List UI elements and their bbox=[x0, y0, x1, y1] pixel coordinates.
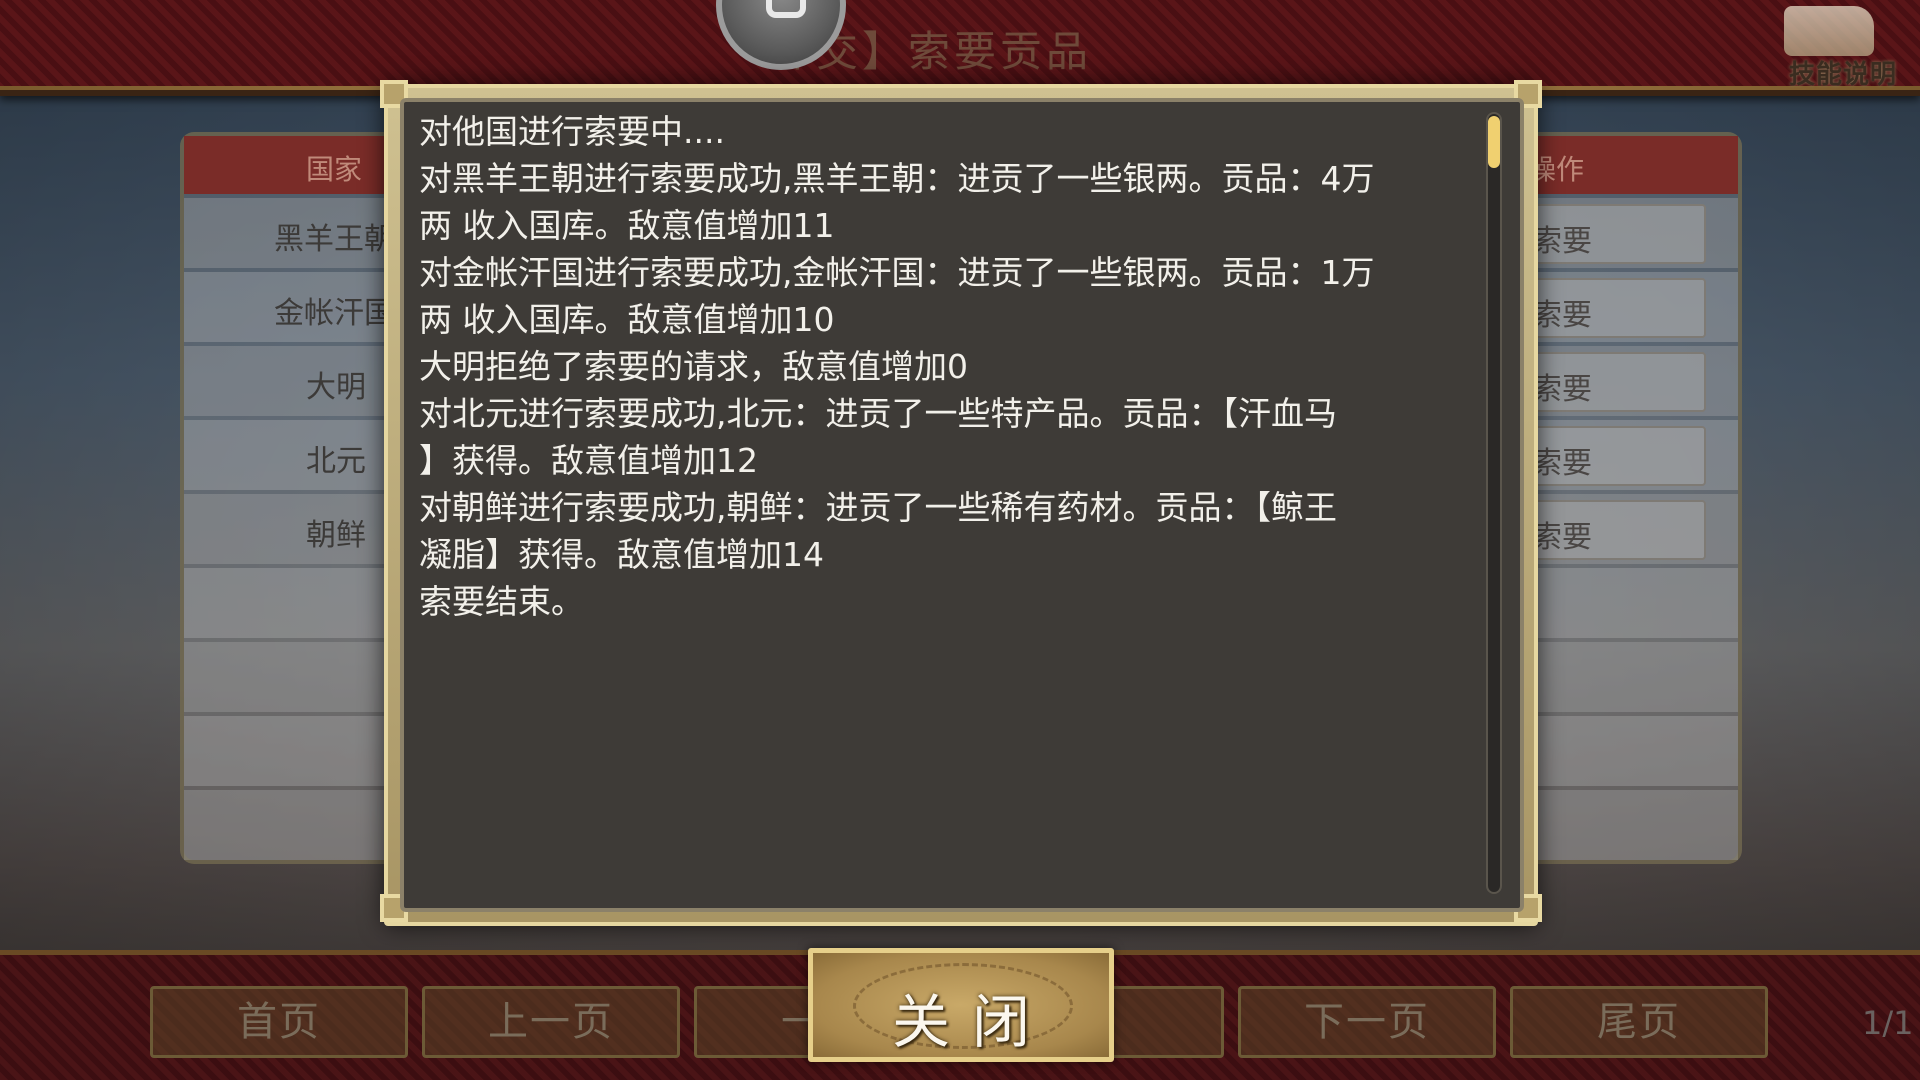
demand-button[interactable]: 索要 bbox=[1520, 204, 1706, 264]
log-line: 对朝鲜进行索要成功,朝鲜：进贡了一些稀有药材。贡品：【鲸王 bbox=[419, 488, 1337, 527]
log-line: 索要结束。 bbox=[419, 582, 584, 621]
prev-page-button[interactable]: 上一页 bbox=[422, 986, 680, 1058]
log-line: 对黑羊王朝进行索要成功,黑羊王朝：进贡了一些银两。贡品：4万 bbox=[419, 159, 1375, 198]
close-button-label: 关闭 bbox=[891, 988, 1052, 1056]
country-name: 大明 bbox=[306, 370, 366, 405]
log-line: 对金帐汗国进行索要成功,金帐汗国：进贡了一些银两。贡品：1万 bbox=[419, 253, 1375, 292]
scroll-icon bbox=[1784, 6, 1874, 56]
demand-button[interactable]: 索要 bbox=[1520, 278, 1706, 338]
log-line: 对北元进行索要成功,北元：进贡了一些特产品。贡品：【汗血马 bbox=[419, 394, 1337, 433]
close-button[interactable]: 关闭 bbox=[808, 948, 1114, 1062]
country-name: 黑羊王朝 bbox=[274, 222, 394, 257]
last-page-button[interactable]: 尾页 bbox=[1510, 986, 1768, 1058]
demand-button[interactable]: 索要 bbox=[1520, 352, 1706, 412]
page-indicator: 1/1 bbox=[1862, 1004, 1914, 1042]
next-page-button[interactable]: 下一页 bbox=[1238, 986, 1496, 1058]
log-line: 对他国进行索要中.... bbox=[419, 112, 725, 151]
country-name: 朝鲜 bbox=[306, 518, 366, 553]
demand-log[interactable]: 对他国进行索要中.... 对黑羊王朝进行索要成功,黑羊王朝：进贡了一些银两。贡品… bbox=[414, 108, 1474, 892]
first-page-button[interactable]: 首页 bbox=[150, 986, 408, 1058]
skill-info-button[interactable]: 技能说明 bbox=[1764, 4, 1914, 90]
log-line: 】获得。敌意值增加12 bbox=[419, 441, 758, 480]
log-line: 大明拒绝了索要的请求，敌意值增加0 bbox=[419, 347, 968, 386]
log-line: 两 收入国库。敌意值增加10 bbox=[419, 300, 835, 339]
log-scrollbar-thumb[interactable] bbox=[1488, 116, 1500, 168]
header-country: 国家 bbox=[306, 153, 363, 186]
log-scrollbar[interactable] bbox=[1486, 112, 1502, 894]
demand-button[interactable]: 索要 bbox=[1520, 426, 1706, 486]
log-line: 两 收入国库。敌意值增加11 bbox=[419, 206, 835, 245]
country-name: 金帐汗国 bbox=[274, 296, 394, 331]
log-line: 凝脂】获得。敌意值增加14 bbox=[419, 535, 824, 574]
country-name: 北元 bbox=[306, 444, 366, 479]
skill-info-label: 技能说明 bbox=[1788, 60, 1897, 90]
demand-button[interactable]: 索要 bbox=[1520, 500, 1706, 560]
